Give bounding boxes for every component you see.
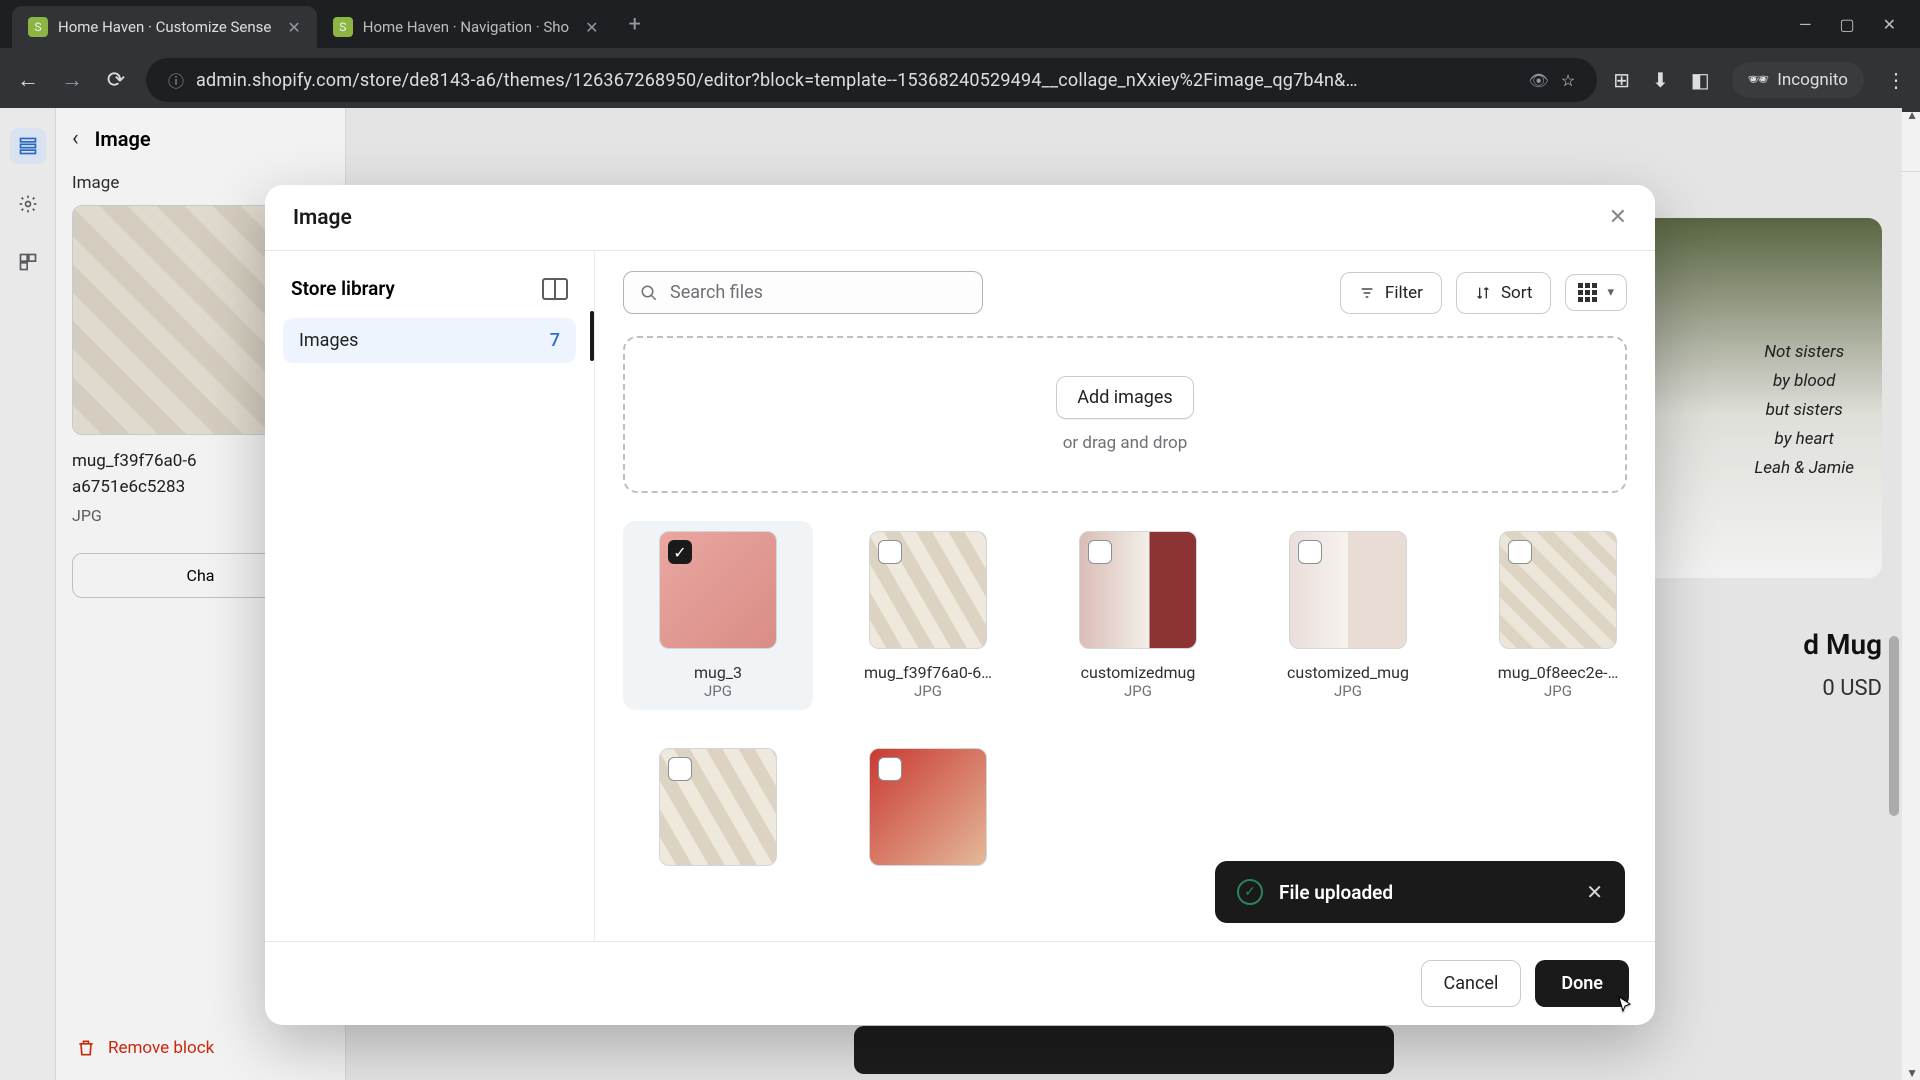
file-thumbnail (1079, 531, 1197, 649)
checkbox-icon[interactable] (1508, 540, 1532, 564)
checkbox-icon[interactable] (1088, 540, 1112, 564)
file-type: JPG (1544, 682, 1572, 700)
checkbox-icon[interactable] (668, 757, 692, 781)
library-title: Store library (291, 277, 395, 300)
search-icon (640, 284, 658, 302)
modal-body: Store library Images 7 (265, 251, 1655, 941)
file-thumbnail (869, 531, 987, 649)
filter-label: Filter (1385, 283, 1423, 303)
cancel-button[interactable]: Cancel (1421, 960, 1522, 1007)
filter-icon (1359, 285, 1375, 301)
grid-view-icon (1578, 283, 1597, 302)
sidebar-item-label: Images (299, 330, 358, 351)
file-type: JPG (914, 682, 942, 700)
search-input[interactable] (670, 282, 966, 303)
file-tile[interactable]: customizedmug JPG (1043, 521, 1233, 710)
file-thumbnail: ✓ (659, 531, 777, 649)
checkbox-icon[interactable] (878, 540, 902, 564)
done-button[interactable]: Done (1535, 960, 1629, 1007)
file-thumbnail (1499, 531, 1617, 649)
library-header: Store library (283, 273, 576, 318)
toast: ✓ File uploaded ✕ (1215, 861, 1625, 923)
checkbox-checked-icon[interactable]: ✓ (668, 540, 692, 564)
file-tile[interactable]: customized_mug JPG (1253, 521, 1443, 710)
file-name: customizedmug (1081, 663, 1196, 682)
modal-main: Filter Sort ▾ Add images or drag a (595, 251, 1655, 941)
images-count: 7 (550, 330, 560, 351)
checkbox-icon[interactable] (1298, 540, 1322, 564)
file-thumbnail (659, 748, 777, 866)
modal-title: Image (293, 206, 352, 230)
file-thumbnail (869, 748, 987, 866)
checkbox-icon[interactable] (878, 757, 902, 781)
file-type: JPG (1124, 682, 1152, 700)
sidebar-scroll-indicator (590, 311, 594, 361)
sidebar-item-images[interactable]: Images 7 (283, 318, 576, 363)
modal-sidebar: Store library Images 7 (265, 251, 595, 941)
file-name: mug_0f8eec2e-… (1498, 663, 1619, 682)
chevron-down-icon: ▾ (1607, 285, 1614, 300)
filter-button[interactable]: Filter (1340, 272, 1442, 314)
modal-toolbar: Filter Sort ▾ (623, 271, 1627, 314)
toast-close-button[interactable]: ✕ (1586, 880, 1603, 904)
toast-message: File uploaded (1279, 881, 1393, 904)
view-toggle[interactable]: ▾ (1565, 274, 1627, 311)
sidebar-collapse-icon[interactable] (542, 278, 568, 300)
close-modal-button[interactable]: ✕ (1609, 205, 1627, 230)
dropzone[interactable]: Add images or drag and drop (623, 336, 1627, 493)
file-tile[interactable] (623, 738, 813, 876)
modal-footer: Cancel Done (265, 941, 1655, 1025)
file-tile[interactable]: mug_0f8eec2e-… JPG (1463, 521, 1653, 710)
sort-icon (1475, 285, 1491, 301)
dropzone-hint: or drag and drop (663, 433, 1587, 453)
file-name: mug_f39f76a0-6… (864, 663, 992, 682)
sort-button[interactable]: Sort (1456, 272, 1552, 314)
file-type: JPG (1334, 682, 1362, 700)
file-grid: ✓ mug_3 JPG mug_f39f76a0-6… JPG c (623, 521, 1627, 876)
file-tile[interactable]: mug_f39f76a0-6… JPG (833, 521, 1023, 710)
file-tile[interactable]: ✓ mug_3 JPG (623, 521, 813, 710)
file-tile[interactable] (833, 738, 1023, 876)
add-images-button[interactable]: Add images (1056, 376, 1193, 419)
modal-header: Image ✕ (265, 185, 1655, 251)
file-type: JPG (704, 682, 732, 700)
file-thumbnail (1289, 531, 1407, 649)
image-picker-modal: Image ✕ Store library Images 7 (265, 185, 1655, 1025)
file-name: customized_mug (1287, 663, 1409, 682)
success-check-icon: ✓ (1237, 879, 1263, 905)
sort-label: Sort (1501, 283, 1533, 303)
search-input-wrapper[interactable] (623, 271, 983, 314)
file-name: mug_3 (694, 663, 742, 682)
